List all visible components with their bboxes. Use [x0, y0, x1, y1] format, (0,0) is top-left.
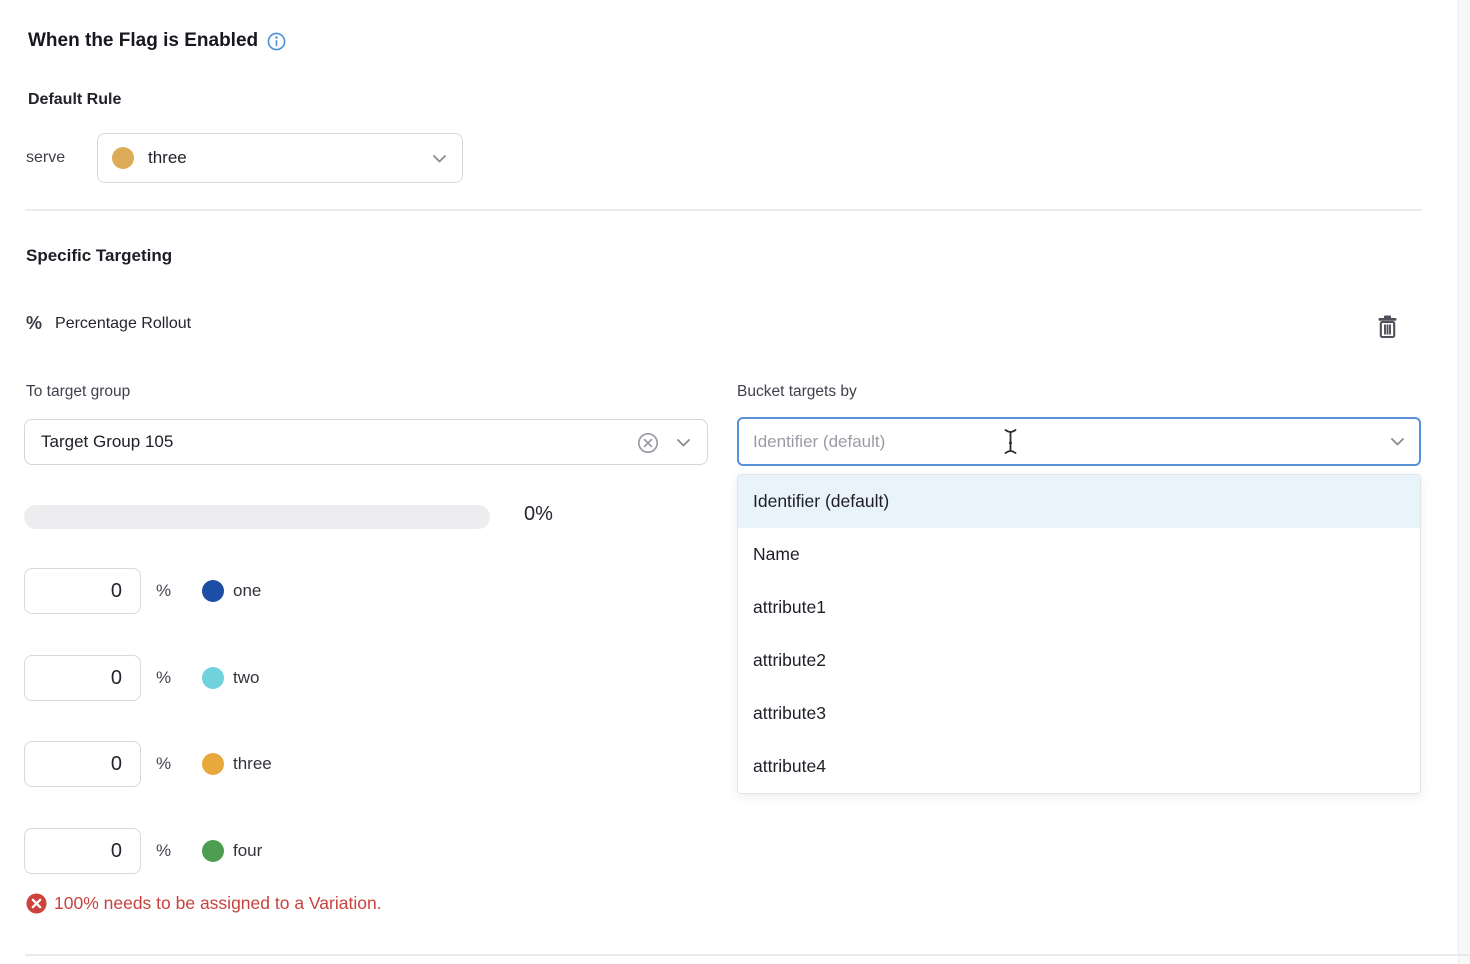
- variation-row: % one: [24, 568, 261, 614]
- page-title-text: When the Flag is Enabled: [28, 30, 258, 52]
- variation-color-dot: [202, 580, 224, 602]
- percent-unit-label: %: [156, 841, 172, 861]
- variation-name-label: four: [233, 841, 262, 861]
- variation-row: % two: [24, 655, 259, 701]
- variation-weight-input-two[interactable]: [24, 655, 141, 701]
- menu-item-attribute1[interactable]: attribute1: [738, 581, 1420, 634]
- delete-rollout-button[interactable]: [1372, 311, 1402, 341]
- chevron-down-icon: [677, 439, 690, 447]
- to-target-group-label: To target group: [26, 383, 130, 401]
- percentage-rollout-title: Percentage Rollout: [55, 315, 191, 333]
- menu-item-name[interactable]: Name: [738, 528, 1420, 581]
- menu-item-attribute2[interactable]: attribute2: [738, 634, 1420, 687]
- serve-label: serve: [26, 149, 97, 167]
- default-rule-serve-row: serve three: [26, 133, 463, 183]
- rollout-progress-bar: [24, 505, 490, 529]
- variation-weight-input-four[interactable]: [24, 828, 141, 874]
- trash-icon: [1376, 314, 1399, 339]
- error-circle-x-icon: [26, 893, 47, 914]
- variation-color-dot: [202, 840, 224, 862]
- validation-error-text: 100% needs to be assigned to a Variation…: [54, 893, 382, 914]
- bucket-targets-by-label: Bucket targets by: [737, 383, 857, 401]
- menu-item-attribute3[interactable]: attribute3: [738, 687, 1420, 740]
- default-rule-label: Default Rule: [28, 91, 121, 109]
- bucket-targets-by-field: [737, 417, 1421, 466]
- menu-item-identifier-default[interactable]: Identifier (default): [738, 475, 1420, 528]
- variation-name-label: three: [233, 754, 272, 774]
- percentage-rollout-header: % Percentage Rollout: [26, 313, 191, 334]
- flag-targeting-panel: When the Flag is Enabled Default Rule se…: [0, 0, 1470, 964]
- target-group-select[interactable]: Target Group 105: [24, 419, 708, 465]
- panel-right-edge: [1458, 0, 1470, 964]
- variation-weight-input-three[interactable]: [24, 741, 141, 787]
- serve-variation-select[interactable]: three: [97, 133, 463, 183]
- validation-error: 100% needs to be assigned to a Variation…: [26, 893, 382, 914]
- section-divider: [25, 209, 1422, 211]
- variation-weight-input-one[interactable]: [24, 568, 141, 614]
- bucket-targets-dropdown-menu: Identifier (default) Name attribute1 att…: [737, 474, 1421, 794]
- page-title: When the Flag is Enabled: [28, 30, 286, 52]
- serve-selected-value: three: [148, 148, 187, 168]
- target-group-value: Target Group 105: [41, 432, 173, 452]
- percent-icon: %: [26, 313, 42, 334]
- variation-color-dot: [202, 753, 224, 775]
- specific-targeting-label: Specific Targeting: [26, 246, 172, 266]
- chevron-down-icon: [1391, 438, 1404, 446]
- variation-color-dot: [202, 667, 224, 689]
- variation-name-label: one: [233, 581, 261, 601]
- percent-unit-label: %: [156, 754, 172, 774]
- info-icon[interactable]: [267, 32, 286, 51]
- rollout-progress-label: 0%: [524, 503, 553, 526]
- bucket-targets-by-input[interactable]: [737, 417, 1421, 466]
- chevron-down-icon: [433, 155, 446, 163]
- variation-color-dot: [112, 147, 134, 169]
- percent-unit-label: %: [156, 668, 172, 688]
- variation-name-label: two: [233, 668, 259, 688]
- clear-selection-icon[interactable]: [637, 432, 659, 454]
- variation-row: % three: [24, 741, 272, 787]
- percent-unit-label: %: [156, 581, 172, 601]
- bottom-divider: [25, 954, 1470, 956]
- variation-row: % four: [24, 828, 262, 874]
- menu-item-attribute4[interactable]: attribute4: [738, 740, 1420, 793]
